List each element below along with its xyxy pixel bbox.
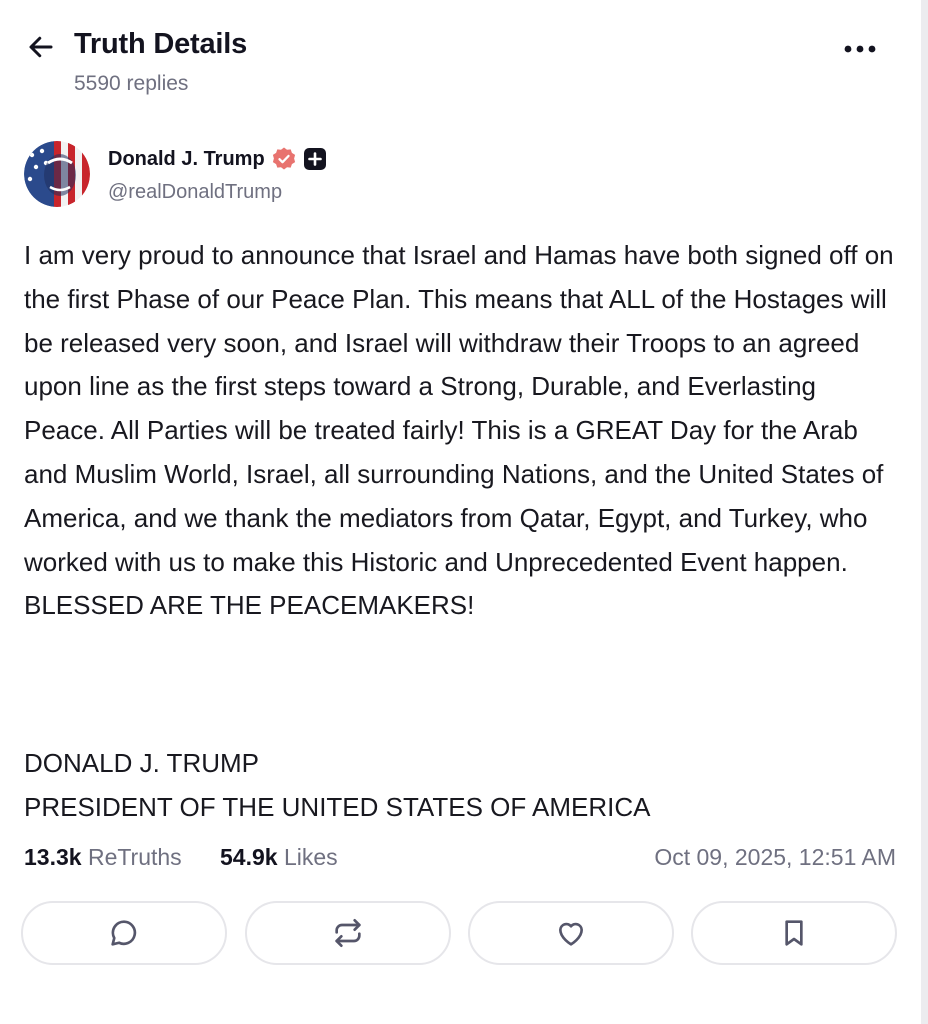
reply-count: 5590 replies [74,72,189,95]
post-body: I am very proud to announce that Israel … [24,234,904,628]
likes-label: Likes [283,844,338,870]
likes-count: 54.9k [220,844,278,870]
avatar[interactable] [24,141,90,207]
retruth-button[interactable] [245,901,451,965]
ellipsis-horizontal-icon [844,45,876,53]
more-options-button[interactable] [838,34,882,64]
post-timestamp: Oct 09, 2025, 12:51 AM [654,844,896,870]
arrow-left-icon [29,36,53,58]
retruth-icon [335,919,361,947]
truth-details-page: Truth Details 5590 replies Donald J. Tru… [0,0,928,1024]
signature-title: PRESIDENT OF THE UNITED STATES OF AMERIC… [24,791,651,822]
scrollbar[interactable] [921,0,928,1024]
bookmark-button[interactable] [691,901,897,965]
verified-badge-icon [272,147,295,170]
page-title: Truth Details [74,28,248,60]
like-button[interactable] [468,901,674,965]
stats-row: 13.3k ReTruths 54.9k Likes Oct 09, 2025,… [24,844,896,876]
likes-stat[interactable]: 54.9k Likes [220,844,338,871]
display-name[interactable]: Donald J. Trump [108,148,265,171]
signature-name: DONALD J. TRUMP [24,748,259,778]
action-bar [21,901,899,969]
post-signature: DONALD J. TRUMP PRESIDENT OF THE UNITED … [24,742,904,830]
post-paragraph: I am very proud to announce that Israel … [24,240,894,621]
back-button[interactable] [24,30,58,64]
bookmark-icon [785,920,803,946]
retruths-stat[interactable]: 13.3k ReTruths [24,844,182,871]
retruths-count: 13.3k [24,844,82,870]
header: Truth Details 5590 replies [0,0,920,110]
author-row: Donald J. Trump @realDonaldTrump [24,140,904,208]
user-handle[interactable]: @realDonaldTrump [108,181,282,204]
reply-button[interactable] [21,901,227,965]
display-name-group: Donald J. Trump [108,146,327,172]
retruths-label: ReTruths [87,844,182,870]
reply-icon [111,920,137,946]
like-icon [559,922,583,946]
truth-plus-icon [303,148,326,170]
